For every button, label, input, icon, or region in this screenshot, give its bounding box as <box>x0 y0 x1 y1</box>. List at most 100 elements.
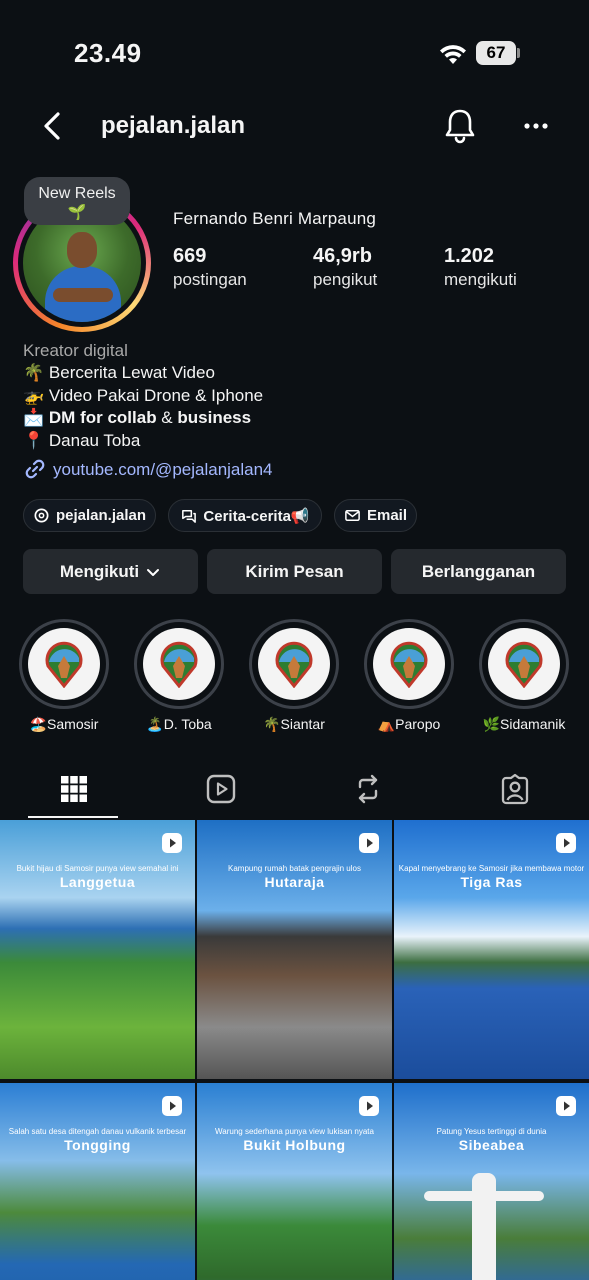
bio-line: 🚁 Video Pakai Drone & Iphone <box>23 385 263 407</box>
chip-cerita[interactable]: Cerita-cerita📢 <box>168 499 322 532</box>
post-title: Langgetua <box>59 874 136 890</box>
reels-icon <box>206 774 235 804</box>
bio-link[interactable]: youtube.com/@pejalanjalan4 <box>23 457 273 481</box>
post-tile[interactable]: Patung Yesus tertinggi di dunia Sibeabea <box>394 1083 589 1280</box>
wifi-icon <box>440 45 466 64</box>
chip-label: Cerita-cerita📢 <box>203 507 310 525</box>
stat-following[interactable]: 1.202 mengikuti <box>444 245 517 290</box>
stat-value: 46,9rb <box>313 245 372 267</box>
following-button[interactable]: Mengikuti <box>23 549 198 594</box>
pin-icon: 📍 <box>23 430 45 450</box>
post-tile[interactable]: Kapal menyebrang ke Samosir jika membawa… <box>394 820 589 1079</box>
back-arrow-icon[interactable] <box>38 108 68 144</box>
mail-icon <box>345 510 360 521</box>
post-title: Bukit Holbung <box>243 1137 346 1153</box>
chevron-down-icon <box>147 568 160 576</box>
highlight-siantar[interactable]: 🌴Siantar <box>248 619 340 733</box>
highlight-dtoba[interactable]: 🏝️D. Toba <box>133 619 225 733</box>
button-label: Berlangganan <box>421 561 536 581</box>
stat-value: 669 <box>173 245 207 267</box>
highlight-samosir[interactable]: 🏖️Samosir <box>18 619 110 733</box>
reel-icon <box>162 833 182 853</box>
full-name: Fernando Benri Marpaung <box>173 209 377 228</box>
button-label: Kirim Pesan <box>245 561 344 581</box>
highlight-cover <box>143 628 215 700</box>
post-subtitle: Salah satu desa ditengah danau vulkanik … <box>8 1127 187 1136</box>
chip-label: Email <box>366 507 408 524</box>
highlight-paropo[interactable]: ⛺Paropo <box>363 619 455 733</box>
more-options-icon[interactable] <box>520 114 554 138</box>
tab-reels[interactable] <box>147 760 294 818</box>
content-tabs <box>0 760 589 820</box>
statue-figure <box>472 1173 496 1280</box>
highlight-label: 🏝️D. Toba <box>146 716 212 732</box>
tab-tagged[interactable] <box>441 760 588 818</box>
post-title: Tongging <box>64 1137 131 1153</box>
subscribe-button[interactable]: Berlangganan <box>391 549 566 594</box>
bio-category: Kreator digital <box>23 341 128 360</box>
post-subtitle: Patung Yesus tertinggi di dunia <box>436 1127 547 1136</box>
map-pin-logo-icon <box>390 641 428 688</box>
sprout-icon: 🌱 <box>67 204 87 221</box>
top-nav: pejalan.jalan <box>0 100 589 154</box>
post-tile[interactable]: Salah satu desa ditengah danau vulkanik … <box>0 1083 195 1280</box>
message-button[interactable]: Kirim Pesan <box>207 549 382 594</box>
highlight-cover <box>373 628 445 700</box>
post-title: Tiga Ras <box>460 874 523 890</box>
bell-icon[interactable] <box>442 106 478 146</box>
post-title: Hutaraja <box>264 874 325 890</box>
reel-icon <box>556 833 576 853</box>
map-pin-logo-icon <box>505 641 543 688</box>
highlight-ring <box>19 619 109 709</box>
map-pin-logo-icon <box>160 641 198 688</box>
tagged-icon <box>501 773 528 805</box>
clock: 23.49 <box>74 38 142 68</box>
tab-reposts[interactable] <box>294 760 441 818</box>
new-reels-label: New Reels <box>38 185 116 202</box>
stat-followers[interactable]: 46,9rb pengikut <box>313 245 377 290</box>
repost-icon <box>358 774 377 804</box>
stat-posts[interactable]: 669 postingan <box>173 245 247 290</box>
post-subtitle: Warung sederhana punya view lukisan nyat… <box>215 1127 374 1136</box>
highlight-ring <box>364 619 454 709</box>
highlight-label: 🌴Siantar <box>263 716 325 732</box>
stat-label: pengikut <box>313 270 378 289</box>
post-subtitle: Kampung rumah batak pengrajin ulos <box>228 864 361 873</box>
threads-icon <box>34 508 49 523</box>
highlight-cover <box>258 628 330 700</box>
profile-username: pejalan.jalan <box>101 112 246 139</box>
stat-value: 1.202 <box>444 245 495 267</box>
chip-threads[interactable]: pejalan.jalan <box>23 499 156 532</box>
reel-icon <box>556 1096 576 1116</box>
highlight-label: 🌿Sidamanik <box>482 716 566 732</box>
chip-label: pejalan.jalan <box>55 507 147 524</box>
post-tile[interactable]: Bukit hijau di Samosir punya view semaha… <box>0 820 195 1079</box>
bio-text: & <box>156 408 178 428</box>
status-bar: 23.49 67 <box>0 0 589 100</box>
button-label: Mengikuti <box>59 561 140 581</box>
bio: Kreator digital 🌴 Bercerita Lewat Video … <box>23 340 263 452</box>
reel-icon <box>162 1096 182 1116</box>
bio-line: 📍 Danau Toba <box>23 430 263 452</box>
battery-indicator: 67 <box>476 41 516 65</box>
envelope-icon: 📩 <box>23 408 45 428</box>
bio-text-bold: business <box>177 408 252 428</box>
post-tile[interactable]: Warung sederhana punya view lukisan nyat… <box>197 1083 392 1280</box>
bio-text: Bercerita Lewat Video <box>48 363 215 383</box>
highlight-cover <box>28 628 100 700</box>
post-subtitle: Bukit hijau di Samosir punya view semaha… <box>16 864 179 873</box>
highlight-sidamanik[interactable]: 🌿Sidamanik <box>478 619 570 733</box>
new-reels-bubble[interactable]: New Reels 🌱 <box>24 177 130 225</box>
battery-nub <box>517 48 520 58</box>
chip-email[interactable]: Email <box>334 499 417 532</box>
post-tile[interactable]: Kampung rumah batak pengrajin ulos Hutar… <box>197 820 392 1079</box>
avatar-person-head <box>67 232 97 268</box>
map-pin-logo-icon <box>45 641 83 688</box>
chat-bubbles-icon <box>182 510 197 523</box>
highlight-label: 🏖️Samosir <box>29 716 99 732</box>
avatar-person-arms <box>53 288 113 302</box>
tab-grid[interactable] <box>0 760 147 818</box>
bio-text: Video Pakai Drone & Iphone <box>48 385 264 405</box>
highlight-cover <box>488 628 560 700</box>
stat-label: postingan <box>173 270 247 289</box>
